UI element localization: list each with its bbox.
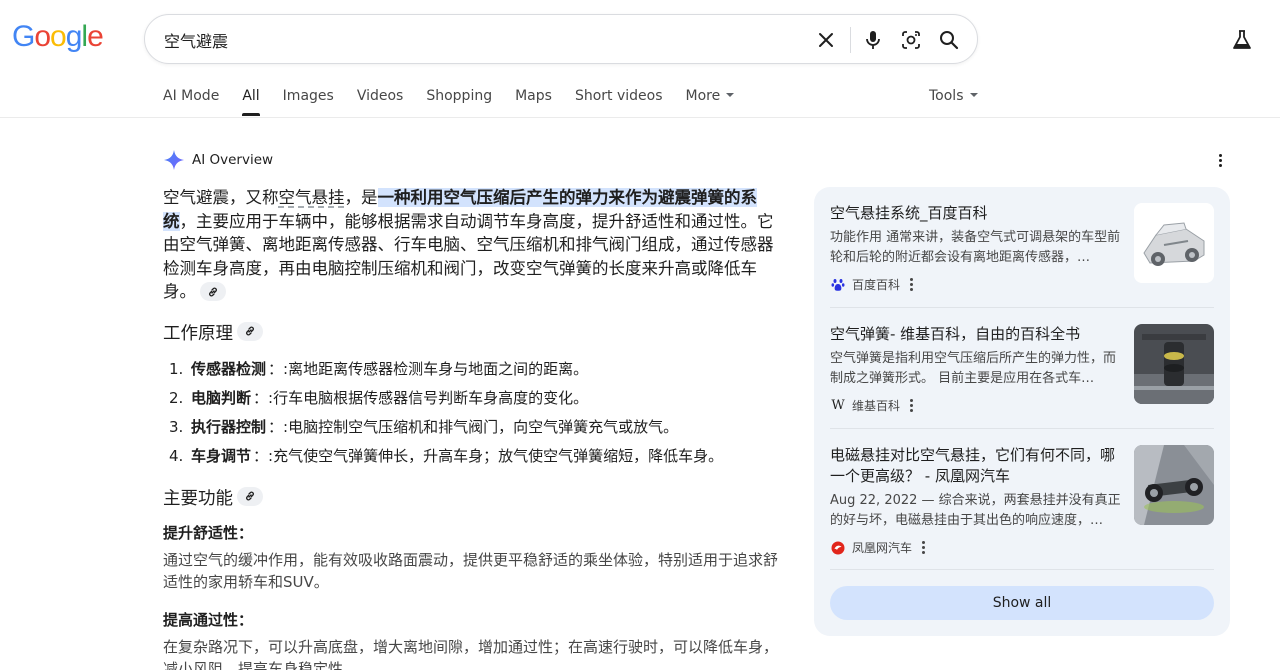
overview-intro: 空气避震，又称空气悬挂，是一种利用空气压缩后产生的弹力来作为避震弹簧的系统，主要… — [163, 186, 779, 304]
clear-icon[interactable] — [812, 26, 840, 54]
tab-shopping[interactable]: Shopping — [426, 88, 492, 118]
ai-overview-content: 空气避震，又称空气悬挂，是一种利用空气压缩后产生的弹力来作为避震弹簧的系统，主要… — [163, 186, 779, 670]
tab-maps[interactable]: Maps — [515, 88, 552, 118]
step-text: ：:行车电脑根据传感器信号判断车身高度的变化。 — [253, 388, 589, 407]
source-thumbnail[interactable] — [1134, 324, 1214, 404]
search-tabs: AI Mode All Images Videos Shopping Maps … — [163, 88, 757, 118]
logo-letter: o — [34, 20, 51, 53]
step-title: 电脑判断 — [191, 388, 252, 407]
logo-letter: e — [87, 20, 104, 53]
step-text: ：:充气使空气弹簧伸长，升高车身；放气使空气弹簧缩短，降低车身。 — [253, 446, 724, 465]
chevron-down-icon — [726, 93, 735, 97]
ai-overview-title: AI Overview — [192, 152, 274, 168]
search-box — [144, 14, 978, 64]
list-item: 2. 电脑判断 ：:行车电脑根据传感器信号判断车身高度的变化。 — [163, 384, 779, 413]
list-number: 3. — [169, 417, 184, 436]
search-input[interactable] — [164, 29, 764, 51]
google-logo[interactable]: Google — [12, 20, 104, 54]
ai-overview-header: AI Overview — [163, 149, 273, 171]
list-item: 4. 车身调节 ：:充气使空气弹簧伸长，升高车身；放气使空气弹簧缩短，降低车身。 — [163, 442, 779, 471]
card-divider — [830, 569, 1214, 570]
list-number: 4. — [169, 446, 184, 465]
link-icon[interactable] — [237, 486, 263, 506]
source-thumbnail[interactable] — [1134, 203, 1214, 283]
list-number: 1. — [169, 359, 184, 378]
step-title: 车身调节 — [191, 446, 252, 465]
tab-videos[interactable]: Videos — [357, 88, 404, 118]
header-divider — [0, 117, 1280, 118]
feature-title: 提升舒适性： — [163, 523, 254, 542]
feature-title: 提高通过性： — [163, 610, 254, 629]
source-title[interactable]: 空气弹簧- 维基百科，自由的百科全书 — [830, 324, 1124, 345]
tab-label: More — [685, 88, 721, 104]
source-snippet: 空气弹簧是指利用空气压缩后所产生的弹力性，而制成之弹簧形式。 目前主要是应用在各… — [830, 351, 1117, 386]
card-divider — [830, 307, 1214, 308]
tab-label: Maps — [515, 88, 552, 104]
more-options-icon[interactable] — [910, 278, 914, 291]
tab-short-videos[interactable]: Short videos — [575, 88, 663, 118]
step-title: 传感器检测 — [191, 359, 267, 378]
section-title-text: 主要功能 — [163, 488, 233, 509]
tools-label: Tools — [929, 88, 964, 104]
card-divider — [830, 428, 1214, 429]
step-text: ：:电脑控制空气压缩机和排气阀门，向空气弹簧充气或放气。 — [268, 417, 679, 436]
source-name: 维基百科 — [852, 399, 901, 413]
source-snippet: 功能作用 通常来讲，装备空气式可调悬架的车型前轮和后轮的附近都会设有离地距离传感… — [830, 230, 1121, 265]
chevron-down-icon — [969, 93, 978, 97]
microphone-icon[interactable] — [859, 26, 887, 54]
section-title-text: 工作原理 — [163, 323, 233, 344]
list-item: 1. 传感器检测 ：:离地距离传感器检测车身与地面之间的距离。 — [163, 355, 779, 384]
tab-label: AI Mode — [163, 88, 220, 104]
feature-description: 在复杂路况下，可以升高底盘，增大离地间隙，增加通过性；在高速行驶时，可以降低车身… — [163, 637, 779, 670]
list-number: 2. — [169, 388, 184, 407]
source-name: 凤凰网汽车 — [852, 541, 913, 555]
ifeng-icon — [830, 540, 846, 556]
tab-label: Images — [282, 88, 334, 104]
step-title: 执行器控制 — [191, 417, 267, 436]
tab-label: Videos — [356, 88, 404, 104]
tools-button[interactable]: Tools — [929, 88, 978, 104]
tab-label: Short videos — [574, 88, 663, 104]
wikipedia-icon: W — [831, 398, 845, 413]
intro-term-link[interactable]: 空气悬挂 — [279, 188, 345, 207]
tab-all[interactable]: All — [242, 88, 261, 118]
logo-letter: o — [50, 20, 67, 53]
source-thumbnail[interactable] — [1134, 445, 1214, 525]
show-all-button[interactable]: Show all — [830, 586, 1214, 620]
intro-text: ，主要应用于车辆中，能够根据需求自动调节车身高度，提升舒适性和通过性。它由空气弹… — [163, 211, 774, 302]
source-title[interactable]: 空气悬挂系统_百度百科 — [830, 203, 1124, 224]
tab-label: All — [242, 88, 260, 104]
source-name: 百度百科 — [852, 278, 901, 292]
labs-flask-icon[interactable] — [1228, 26, 1256, 54]
link-icon[interactable] — [237, 321, 263, 341]
gemini-sparkle-icon — [164, 150, 184, 170]
steps-list: 1. 传感器检测 ：:离地距离传感器检测车身与地面之间的距离。 2. 电脑判断 ：:行车… — [163, 355, 779, 471]
more-options-icon[interactable] — [922, 541, 926, 554]
source-attribution: 凤凰网汽车 — [830, 539, 1214, 556]
tab-ai-mode[interactable]: AI Mode — [163, 88, 219, 118]
search-icon[interactable] — [935, 26, 963, 54]
more-options-icon[interactable] — [910, 399, 914, 412]
tab-images[interactable]: Images — [283, 88, 334, 118]
tab-label: Shopping — [426, 88, 493, 104]
more-options-icon[interactable] — [1210, 150, 1230, 170]
sources-panel: 空气悬挂系统_百度百科 功能作用 通常来讲，装备空气式可调悬架的车型前轮和后轮的… — [814, 187, 1230, 636]
intro-text: 空气避震，又称 — [163, 188, 279, 207]
step-text: ：:离地距离传感器检测车身与地面之间的距离。 — [268, 359, 589, 378]
link-icon[interactable] — [200, 282, 226, 301]
source-snippet: Aug 22, 2022 — 综合来说，两套悬挂并没有真正的好与坏，电磁悬挂由于… — [830, 493, 1121, 528]
search-divider — [850, 27, 851, 53]
section-title: 主要功能 — [163, 485, 779, 510]
logo-letter: G — [12, 20, 35, 53]
lens-camera-icon[interactable] — [897, 26, 925, 54]
list-item: 3. 执行器控制 ：:电脑控制空气压缩机和排气阀门，向空气弹簧充气或放气。 — [163, 413, 779, 442]
baidu-icon — [830, 277, 846, 293]
logo-letter: g — [65, 20, 83, 53]
intro-text: ，是 — [344, 188, 378, 207]
feature-description: 通过空气的缓冲作用，能有效吸收路面震动，提供更平稳舒适的乘坐体验，特别适用于追求… — [163, 550, 779, 591]
tab-more[interactable]: More — [686, 88, 735, 118]
section-title: 工作原理 — [163, 320, 779, 345]
source-title[interactable]: 电磁悬挂对比空气悬挂，它们有何不同，哪一个更高级？ - 凤凰网汽车 — [830, 445, 1124, 487]
